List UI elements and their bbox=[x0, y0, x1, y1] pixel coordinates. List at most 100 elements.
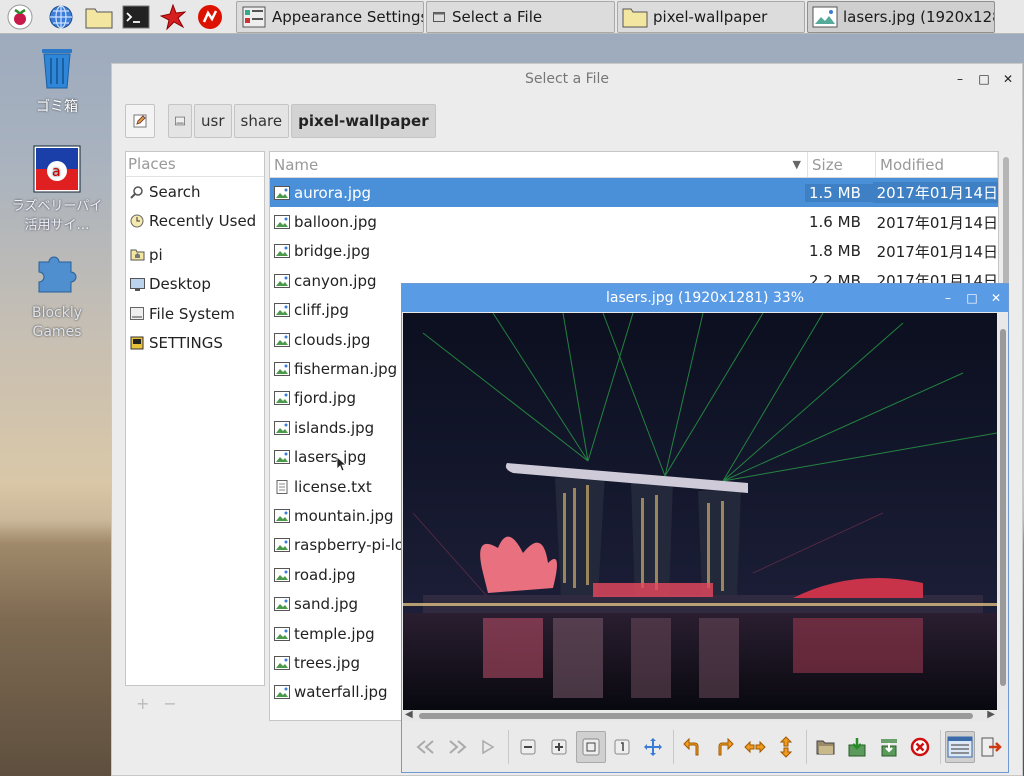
fit-window-button[interactable] bbox=[575, 731, 606, 763]
place-settings[interactable]: SETTINGS bbox=[126, 329, 264, 359]
folder-icon bbox=[622, 5, 648, 29]
rotate-right-icon bbox=[718, 737, 734, 756]
next-image-button[interactable] bbox=[442, 731, 472, 763]
file-name: fisherman.jpg bbox=[294, 360, 398, 379]
fullscreen-button[interactable] bbox=[638, 731, 668, 763]
task-pixel-wallpaper[interactable]: pixel-wallpaper bbox=[617, 1, 805, 33]
path-root-button[interactable] bbox=[168, 104, 192, 138]
place-desktop[interactable]: Desktop bbox=[126, 270, 264, 300]
path-segment-share[interactable]: share bbox=[233, 104, 290, 138]
file-size: 1.8 MB bbox=[809, 242, 861, 261]
preferences-button[interactable] bbox=[944, 731, 975, 763]
place-recently-used[interactable]: Recently Used bbox=[126, 207, 264, 237]
desktop-icon-label: ゴミ箱 bbox=[36, 99, 78, 115]
place-label: Recently Used bbox=[149, 212, 257, 231]
image-file-icon bbox=[274, 215, 290, 230]
column-name[interactable]: Name ▼ bbox=[270, 152, 808, 177]
open-file-button[interactable] bbox=[811, 731, 841, 763]
fit-icon bbox=[582, 738, 600, 756]
save-as-button[interactable] bbox=[874, 731, 904, 763]
maximize-button[interactable]: □ bbox=[978, 64, 990, 94]
mathematica-icon[interactable] bbox=[159, 3, 187, 31]
image-file-icon bbox=[274, 626, 290, 641]
file-name: aurora.jpg bbox=[294, 183, 372, 202]
image-canvas[interactable] bbox=[403, 313, 997, 710]
wolfram-icon[interactable] bbox=[196, 3, 224, 31]
task-label: Select a File bbox=[452, 8, 543, 26]
task-appearance-settings[interactable]: Appearance Settings bbox=[236, 1, 424, 33]
edit-location-button[interactable] bbox=[125, 104, 155, 138]
file-size: 1.5 MB bbox=[805, 183, 873, 202]
rotate-left-button[interactable] bbox=[678, 731, 708, 763]
exit-button[interactable] bbox=[976, 731, 1006, 763]
rotate-right-button[interactable] bbox=[709, 731, 739, 763]
column-modified[interactable]: Modified bbox=[876, 152, 998, 177]
place-label: SETTINGS bbox=[149, 334, 223, 353]
task-lasers-viewer[interactable]: lasers.jpg (1920x128… bbox=[807, 1, 995, 33]
file-name: temple.jpg bbox=[294, 624, 375, 643]
zoom-in-icon bbox=[551, 739, 567, 755]
place-label: Search bbox=[149, 182, 201, 201]
flip-vertical-icon bbox=[780, 736, 793, 758]
viewer-vertical-scrollbar[interactable] bbox=[998, 313, 1008, 710]
flip-horizontal-button[interactable] bbox=[740, 731, 770, 763]
close-button[interactable]: ✕ bbox=[990, 284, 1002, 312]
close-button[interactable]: ✕ bbox=[1002, 64, 1014, 94]
image-file-icon bbox=[274, 450, 290, 465]
desktop-icon-raspberry-site[interactable]: a ラズベリーパイ活用サイ… bbox=[7, 145, 107, 235]
text-file-icon bbox=[276, 479, 288, 494]
file-row[interactable]: bridge.jpg 1.8 MB 2017年01月14日 bbox=[270, 237, 998, 266]
dialog-titlebar[interactable]: Select a File – □ ✕ bbox=[112, 64, 1022, 94]
path-segment-pixel-wallpaper[interactable]: pixel-wallpaper bbox=[291, 104, 436, 138]
save-file-button[interactable] bbox=[842, 731, 872, 763]
slideshow-button[interactable] bbox=[473, 731, 503, 763]
remove-place-button[interactable]: − bbox=[163, 694, 190, 713]
desktop-icon-trash[interactable]: ゴミ箱 bbox=[7, 46, 107, 117]
viewer-title: lasers.jpg (1920x1281) 33% bbox=[605, 290, 805, 306]
place-search[interactable]: Search bbox=[126, 177, 264, 207]
raspberry-menu-icon[interactable] bbox=[6, 3, 34, 31]
search-icon bbox=[129, 184, 145, 200]
delete-file-button[interactable] bbox=[905, 731, 935, 763]
file-name: waterfall.jpg bbox=[294, 683, 388, 702]
places-header: Places bbox=[126, 152, 264, 177]
file-row[interactable]: aurora.jpg 1.5 MB 2017年01月14日 bbox=[270, 178, 998, 208]
next-icon bbox=[449, 740, 467, 754]
path-bar: usr share pixel-wallpaper bbox=[125, 104, 436, 138]
maximize-button[interactable]: □ bbox=[966, 284, 978, 312]
path-segment-usr[interactable]: usr bbox=[194, 104, 232, 138]
viewer-titlebar[interactable]: lasers.jpg (1920x1281) 33% – □ ✕ bbox=[402, 284, 1008, 312]
place-home[interactable]: pi bbox=[126, 240, 264, 270]
prev-image-button[interactable] bbox=[411, 731, 441, 763]
usb-drive-icon bbox=[129, 335, 145, 351]
original-size-button[interactable] bbox=[607, 731, 637, 763]
home-folder-icon bbox=[129, 247, 145, 263]
image-file-icon bbox=[274, 597, 290, 612]
terminal-icon[interactable] bbox=[122, 3, 150, 31]
place-label: Desktop bbox=[149, 275, 211, 294]
file-name: islands.jpg bbox=[294, 418, 375, 437]
minimize-button[interactable]: – bbox=[942, 284, 954, 312]
zoom-in-button[interactable] bbox=[544, 731, 574, 763]
column-size[interactable]: Size bbox=[808, 152, 876, 177]
desktop-icon-blockly-games[interactable]: Blockly Games bbox=[7, 252, 107, 342]
file-name: mountain.jpg bbox=[294, 506, 394, 525]
file-size: 1.6 MB bbox=[809, 213, 861, 232]
zoom-out-button[interactable] bbox=[513, 731, 543, 763]
file-manager-icon[interactable] bbox=[85, 3, 113, 31]
image-file-icon bbox=[274, 273, 290, 288]
task-label: pixel-wallpaper bbox=[653, 8, 768, 26]
viewer-horizontal-scrollbar[interactable]: ◀ ▶ bbox=[403, 709, 997, 721]
add-place-button[interactable]: + bbox=[136, 694, 163, 713]
task-select-file[interactable]: Select a File bbox=[426, 1, 615, 33]
viewer-toolbar bbox=[403, 724, 1007, 770]
flip-vertical-button[interactable] bbox=[771, 731, 801, 763]
web-browser-icon[interactable] bbox=[47, 3, 75, 31]
minimize-button[interactable]: – bbox=[954, 64, 966, 94]
place-file-system[interactable]: File System bbox=[126, 299, 264, 329]
dialog-title: Select a File bbox=[524, 71, 610, 87]
places-sidebar: Places Search Recently Used pi Desktop F… bbox=[125, 151, 265, 686]
file-name: trees.jpg bbox=[294, 653, 360, 672]
file-row[interactable]: balloon.jpg 1.6 MB 2017年01月14日 bbox=[270, 207, 998, 236]
delete-icon bbox=[910, 737, 929, 757]
